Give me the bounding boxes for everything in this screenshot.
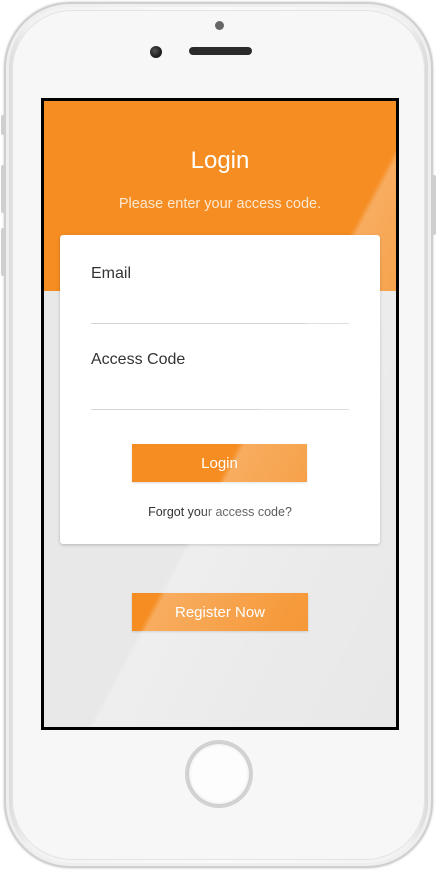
app-screen: Login Please enter your access code. Ema…: [44, 101, 396, 727]
login-card: Email Access Code Login Forgot your acce…: [60, 235, 380, 544]
access-code-input[interactable]: [91, 383, 349, 410]
login-button[interactable]: Login: [132, 444, 307, 482]
sensor-dot: [215, 21, 224, 30]
volume-down-button: [1, 228, 5, 276]
email-input[interactable]: [91, 297, 349, 324]
phone-screen: Login Please enter your access code. Ema…: [41, 98, 399, 730]
register-now-button[interactable]: Register Now: [132, 593, 308, 631]
access-code-label: Access Code: [91, 351, 186, 368]
home-button[interactable]: [187, 742, 251, 806]
page-title: Login: [190, 147, 250, 174]
access-code-field-group: Access Code: [91, 351, 349, 410]
volume-up-button: [1, 165, 5, 213]
power-button: [432, 175, 436, 235]
mute-switch: [1, 115, 5, 135]
forgot-access-code-link[interactable]: Forgot your access code?: [60, 505, 380, 519]
email-field-group: Email: [91, 265, 349, 324]
page-subtitle: Please enter your access code.: [118, 196, 322, 212]
front-camera-icon: [150, 46, 162, 58]
earpiece-speaker: [189, 47, 252, 55]
email-label: Email: [91, 265, 132, 282]
